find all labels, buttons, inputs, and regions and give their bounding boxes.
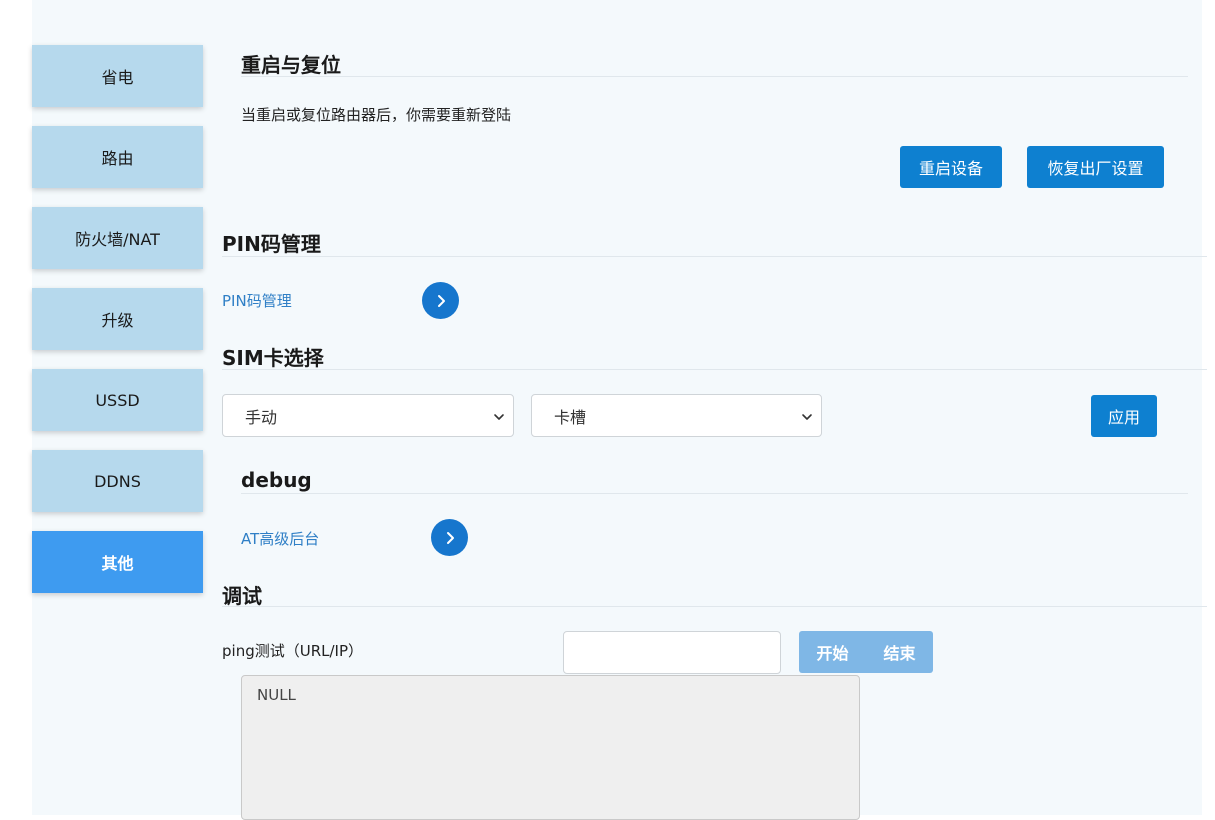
sidebar-item-ddns[interactable]: DDNS xyxy=(32,450,203,512)
pin-management-link[interactable]: PIN码管理 xyxy=(222,290,292,311)
sim-section-title: SIM卡选择 xyxy=(222,346,324,370)
sidebar-item-other[interactable]: 其他 xyxy=(32,531,203,593)
reboot-button[interactable]: 重启设备 xyxy=(900,146,1002,188)
reboot-section-title: 重启与复位 xyxy=(241,53,341,77)
pin-section-title: PIN码管理 xyxy=(222,232,321,256)
section-divider xyxy=(241,76,1188,77)
sim-mode-select[interactable]: 手动 xyxy=(222,394,514,437)
sidebar-item-label: 升级 xyxy=(101,311,134,330)
ping-start-button[interactable]: 开始 xyxy=(799,631,866,673)
ping-input[interactable] xyxy=(563,631,781,674)
sidebar-item-upgrade[interactable]: 升级 xyxy=(32,288,203,350)
debug-section-title: debug xyxy=(241,468,312,492)
sidebar-item-label: 防火墙/NAT xyxy=(75,230,160,249)
section-divider xyxy=(222,256,1207,257)
section-divider xyxy=(241,493,1188,494)
at-console-link[interactable]: AT高级后台 xyxy=(241,528,319,549)
section-divider xyxy=(222,606,1207,607)
section-divider xyxy=(222,369,1207,370)
ping-stop-button[interactable]: 结束 xyxy=(866,631,933,673)
chevron-down-icon xyxy=(494,414,504,420)
sidebar-item-label: 其他 xyxy=(101,554,134,573)
sim-mode-value: 手动 xyxy=(245,407,278,427)
sidebar-item-label: USSD xyxy=(95,390,140,410)
sidebar-item-ussd[interactable]: USSD xyxy=(32,369,203,431)
chevron-down-icon xyxy=(802,414,812,420)
test-section-title: 调试 xyxy=(222,584,262,608)
ping-label: ping测试（URL/IP） xyxy=(222,642,363,660)
apply-button[interactable]: 应用 xyxy=(1091,395,1157,437)
sidebar-item-label: 省电 xyxy=(101,68,134,87)
sidebar-item-label: DDNS xyxy=(94,471,141,491)
reboot-description: 当重启或复位路由器后，你需要重新登陆 xyxy=(241,106,512,124)
chevron-right-icon xyxy=(446,531,454,544)
chevron-right-icon xyxy=(437,294,445,307)
at-console-arrow-button[interactable] xyxy=(431,519,468,556)
sim-slot-select[interactable]: 卡槽 xyxy=(531,394,822,437)
ping-output: NULL xyxy=(241,675,860,820)
sidebar-item-routing[interactable]: 路由 xyxy=(32,126,203,188)
sim-slot-value: 卡槽 xyxy=(554,407,587,427)
pin-management-arrow-button[interactable] xyxy=(422,282,459,319)
sidebar-item-firewall-nat[interactable]: 防火墙/NAT xyxy=(32,207,203,269)
sidebar-item-power-saving[interactable]: 省电 xyxy=(32,45,203,107)
sidebar-item-label: 路由 xyxy=(101,149,134,168)
factory-reset-button[interactable]: 恢复出厂设置 xyxy=(1027,146,1164,188)
